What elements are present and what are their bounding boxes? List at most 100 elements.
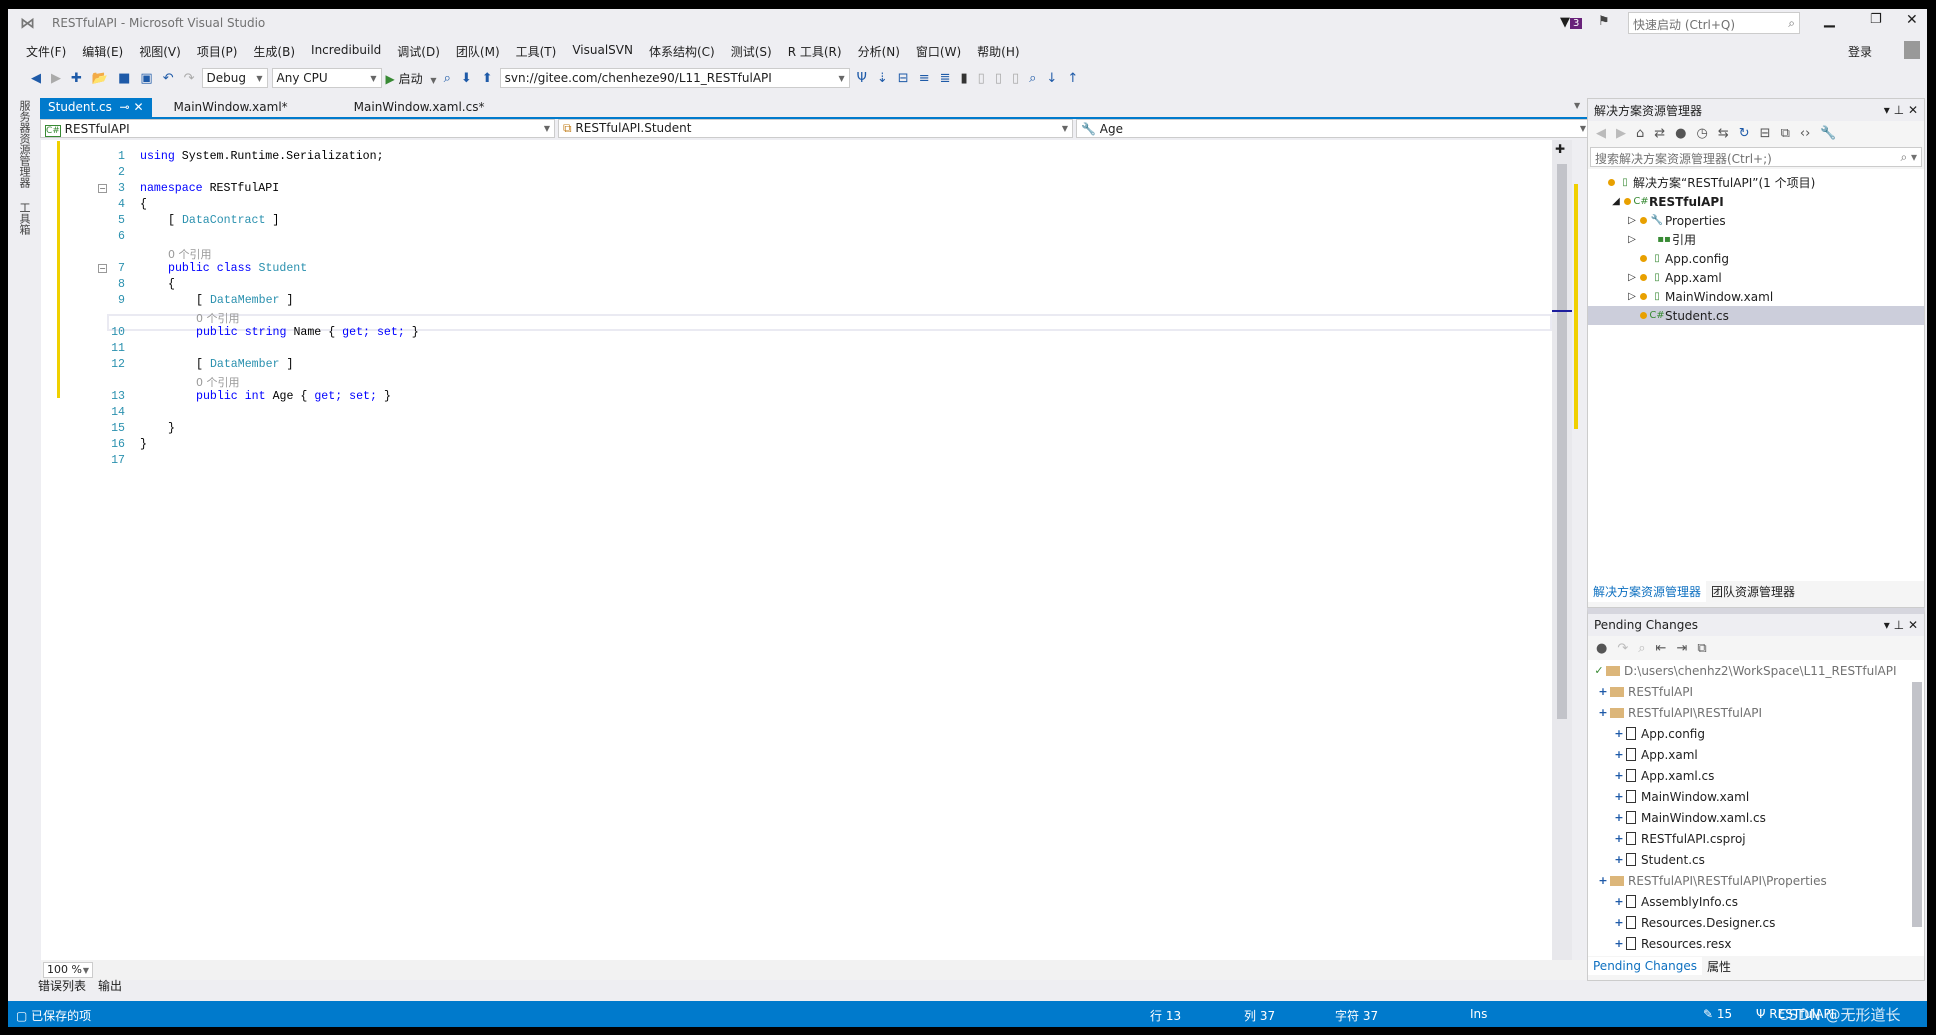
code-editor[interactable]: 1 using System.Runtime.Serialization; 23n… [41,140,1552,960]
menu-item[interactable]: 工具(T) [508,40,565,62]
codelens-references[interactable]: 0 个引用 [196,376,240,389]
back-icon[interactable]: ◀ [1596,126,1606,141]
configuration-select[interactable]: Debug ▼ [201,68,268,88]
svn-update-icon[interactable]: ⬇ [458,71,475,86]
pending-change-item[interactable]: + Resources.resx [1588,933,1924,954]
forward-icon[interactable]: ▶ [48,71,64,86]
clear-bookmarks-icon[interactable]: ▯ [1009,71,1022,86]
pending-change-item[interactable]: + MainWindow.xaml.cs [1588,807,1924,828]
tab-mainwindow-xaml[interactable]: MainWindow.xaml* [166,98,296,118]
tab-overflow-icon[interactable]: ▼ [1574,101,1580,110]
bookmark-icon[interactable]: ▮ [958,71,971,86]
sign-in-link[interactable]: 登录 [1848,43,1872,60]
solution-tree-item[interactable]: ▯ 解决方案“RESTfulAPI”(1 个项目) [1588,173,1924,192]
home-icon[interactable]: ⌂ [1636,126,1644,141]
merge-icon[interactable]: ⇣ [874,71,891,86]
menu-item[interactable]: 测试(S) [723,40,780,62]
redo-icon[interactable]: ↷ [1617,641,1628,656]
find-in-files-icon[interactable]: ⌕ [1026,71,1039,86]
svn-url-select[interactable]: svn://gitee.com/chenheze90/L11_RESTfulAP… [499,68,850,88]
menu-item[interactable]: 调试(D) [389,40,448,62]
solution-tree-item[interactable]: ◢ C# RESTfulAPI [1588,192,1924,211]
tab-mainwindow-xaml-cs[interactable]: MainWindow.xaml.cs* [346,98,493,118]
switch-icon[interactable]: ⇆ [1718,126,1729,141]
menu-item[interactable]: 体系结构(C) [641,40,723,62]
pending-change-item[interactable]: ✓ D:\users\chenhz2\WorkSpace\L11_RESTful… [1588,660,1924,681]
tab-properties[interactable]: 属性 [1702,956,1736,977]
code-view-icon[interactable]: ‹› [1800,126,1810,141]
toolbox-tab[interactable]: 工具箱 [16,202,32,235]
type-dropdown[interactable]: ⧉ RESTfulAPI.Student ▼ [558,119,1073,138]
tab-output[interactable]: 输出 [98,977,122,994]
save-icon[interactable]: ■ [115,71,133,86]
codelens-references[interactable]: 0 个引用 [196,312,240,325]
copy-icon[interactable]: ⧉ [1697,641,1706,656]
pending-changes-icon[interactable]: ● [1675,126,1686,141]
pin-icon[interactable]: ⊥ [1894,103,1904,117]
compare-icon[interactable]: ⌕ [1638,641,1645,656]
vertical-scrollbar[interactable]: ✚ [1552,140,1572,960]
close-icon[interactable]: ✕ [1908,103,1918,117]
pending-change-item[interactable]: + AssemblyInfo.cs [1588,891,1924,912]
menu-item[interactable]: 分析(N) [850,40,908,62]
find-icon[interactable]: ⌕ [441,71,454,86]
feedback-icon[interactable]: ⚑ [1598,14,1610,29]
tab-error-list[interactable]: 错误列表 [38,977,86,994]
outline-icon[interactable]: ⊟ [895,71,912,86]
open-file-icon[interactable]: 📂 [89,71,111,86]
menu-item[interactable]: VisualSVN [564,40,641,62]
pending-change-item[interactable]: + App.xaml [1588,744,1924,765]
dropdown-icon[interactable]: ▾ [1884,618,1890,632]
history-icon[interactable]: ◷ [1697,126,1708,141]
tab-solution-explorer[interactable]: 解决方案资源管理器 [1588,580,1707,602]
new-project-icon[interactable]: ✚ [68,71,85,86]
menu-item[interactable]: 文件(F) [18,40,74,62]
member-dropdown[interactable]: 🔧 Age ▼ [1076,119,1591,138]
menu-item[interactable]: 视图(V) [131,40,189,62]
collapse-all-icon[interactable]: ⊟ [1760,126,1771,141]
comment-icon[interactable]: ≡ [916,71,933,86]
account-avatar[interactable] [1904,41,1920,59]
arrow-up-icon[interactable]: ↑ [1064,71,1081,86]
next-bookmark-icon[interactable]: ▯ [992,71,1005,86]
expander-icon[interactable]: ▷ [1624,272,1640,283]
indent-icon[interactable]: ⇤ [1656,641,1667,656]
expander-icon[interactable]: ▷ [1624,291,1640,302]
codelens-references[interactable]: 0 个引用 [168,248,212,261]
zoom-select[interactable]: 100 % ▼ [43,962,93,978]
collapse-region-icon[interactable]: − [98,264,107,273]
pin-icon[interactable]: ⊥ [1894,618,1904,632]
menu-item[interactable]: 编辑(E) [74,40,131,62]
start-debug-button[interactable]: ▶ 启动 ▼ [386,70,437,87]
tab-pending-changes[interactable]: Pending Changes [1588,957,1702,975]
menu-item[interactable]: Incredibuild [303,40,389,62]
pending-change-item[interactable]: + RESTfulAPI [1588,681,1924,702]
prev-bookmark-icon[interactable]: ▯ [975,71,988,86]
uncomment-icon[interactable]: ≣ [937,71,954,86]
scrollbar-thumb[interactable] [1557,164,1567,719]
close-icon[interactable]: ✕ [1908,618,1918,632]
solution-tree-item[interactable]: ▷ ▯ MainWindow.xaml [1588,287,1924,306]
restore-button[interactable]: ❐ [1870,12,1882,27]
solution-tree-item[interactable]: ▷ 🔧 Properties [1588,211,1924,230]
menu-item[interactable]: 生成(B) [245,40,303,62]
refresh-status-icon[interactable]: ● [1596,641,1607,656]
pin-icon[interactable]: ⊸ [120,100,130,114]
svn-icon[interactable]: Ψ [854,71,870,86]
sync-icon[interactable]: ⇄ [1654,126,1665,141]
close-button[interactable]: ✕ [1906,12,1918,28]
save-all-icon[interactable]: ▣ [137,71,155,86]
pending-change-item[interactable]: + Resources.Designer.cs [1588,912,1924,933]
notifications-flag-icon[interactable]: ▼ 3 [1560,15,1583,30]
solution-tree-item[interactable]: ▷ ▪▪ 引用 [1588,230,1924,249]
expander-icon[interactable]: ▷ [1624,234,1640,245]
outdent-icon[interactable]: ⇥ [1676,641,1687,656]
solution-tree-item[interactable]: ▷ ▯ App.xaml [1588,268,1924,287]
arrow-down-icon[interactable]: ↓ [1043,71,1060,86]
server-explorer-tab[interactable]: 服务器资源管理器 [16,100,32,188]
project-dropdown[interactable]: C# RESTfulAPI ▼ [40,119,555,138]
pending-change-item[interactable]: + Student.cs [1588,849,1924,870]
solution-search-input[interactable]: 搜索解决方案资源管理器(Ctrl+;) ⌕ ▾ [1590,147,1922,167]
menu-item[interactable]: 团队(M) [448,40,508,62]
pending-change-item[interactable]: + RESTfulAPI.csproj [1588,828,1924,849]
